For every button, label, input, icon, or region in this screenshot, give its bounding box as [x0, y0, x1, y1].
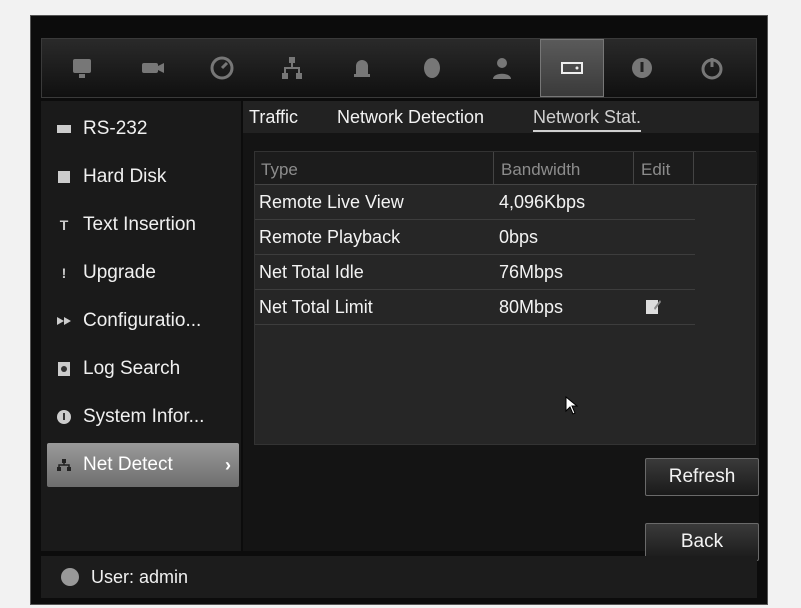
monitor-icon[interactable] — [50, 39, 114, 97]
sidebar-item-label: Log Search — [83, 358, 181, 379]
sidebar-item-label: Text Insertion — [83, 214, 196, 235]
info-icon[interactable] — [610, 39, 674, 97]
text-insertion-icon: T — [59, 217, 69, 233]
tab-network-stat[interactable]: Network Stat. — [533, 107, 642, 132]
configuration-icon — [55, 312, 73, 330]
dvr-window: RS-232 Hard Disk T Text Insertion ! Upgr… — [30, 15, 768, 605]
bandwidth-cell: 76Mbps — [499, 262, 564, 282]
chevron-right-icon: › — [225, 454, 231, 475]
type-cell: Net Total Idle — [259, 262, 364, 282]
network-icon[interactable] — [260, 39, 324, 97]
sidebar: RS-232 Hard Disk T Text Insertion ! Upgr… — [41, 101, 241, 551]
table-header: Type Bandwidth Edit — [255, 152, 757, 185]
power-icon[interactable] — [680, 39, 744, 97]
log-search-icon — [55, 360, 73, 378]
type-cell: Remote Live View — [259, 192, 404, 212]
system-info-icon — [55, 408, 73, 426]
sidebar-item-label: Hard Disk — [83, 166, 167, 187]
table-row[interactable]: Net Total Idle 76Mbps — [255, 255, 695, 290]
tab-traffic[interactable]: Traffic — [249, 107, 298, 128]
sidebar-item-label: System Infor... — [83, 406, 205, 427]
bandwidth-cell: 80Mbps — [499, 297, 564, 317]
column-header-bandwidth: Bandwidth — [501, 160, 581, 179]
alarm-bell-icon[interactable] — [330, 39, 394, 97]
gauge-icon[interactable] — [190, 39, 254, 97]
user-status-icon — [61, 568, 79, 586]
top-menu-bar — [41, 38, 757, 98]
user-icon[interactable] — [470, 39, 534, 97]
sidebar-item-configuration[interactable]: Configuratio... — [47, 299, 239, 343]
column-header-type: Type — [261, 160, 298, 179]
net-detect-icon — [55, 456, 73, 474]
upgrade-icon: ! — [61, 265, 67, 281]
sidebar-item-hard-disk[interactable]: Hard Disk — [47, 155, 239, 199]
camera-icon[interactable] — [120, 39, 184, 97]
bandwidth-cell: 4,096Kbps — [499, 192, 586, 212]
refresh-button[interactable]: Refresh — [645, 458, 759, 496]
network-stat-table: Type Bandwidth Edit Remote Live View 4,0… — [254, 151, 757, 445]
type-cell: Remote Playback — [259, 227, 401, 247]
sidebar-item-net-detect[interactable]: Net Detect › — [47, 443, 239, 487]
sidebar-item-log-search[interactable]: Log Search — [47, 347, 239, 391]
tab-network-detection[interactable]: Network Detection — [337, 107, 484, 128]
bandwidth-cell: 0bps — [499, 227, 539, 247]
sidebar-item-system-info[interactable]: System Infor... — [47, 395, 239, 439]
dome-camera-icon[interactable] — [400, 39, 464, 97]
device-management-icon[interactable] — [540, 39, 604, 97]
sidebar-item-upgrade[interactable]: ! Upgrade — [47, 251, 239, 295]
edit-icon[interactable] — [645, 298, 661, 321]
table-row[interactable]: Remote Live View 4,096Kbps — [255, 185, 695, 220]
column-divider — [493, 152, 494, 184]
column-divider — [633, 152, 634, 184]
column-header-edit: Edit — [641, 160, 671, 179]
sidebar-item-text-insertion[interactable]: T Text Insertion — [47, 203, 239, 247]
sidebar-item-rs232[interactable]: RS-232 — [47, 107, 239, 151]
sidebar-item-label: Upgrade — [83, 262, 156, 283]
hard-disk-icon — [55, 168, 73, 186]
column-divider — [693, 152, 694, 184]
current-user-label: User: admin — [91, 566, 189, 587]
type-cell: Net Total Limit — [259, 297, 373, 317]
sidebar-item-label: Net Detect — [83, 454, 173, 475]
sidebar-item-label: RS-232 — [83, 118, 148, 139]
serial-port-icon — [55, 120, 73, 138]
table-row[interactable]: Net Total Limit 80Mbps — [255, 290, 695, 325]
status-footer: User: admin — [41, 556, 757, 598]
mouse-pointer-icon — [565, 395, 579, 421]
table-row[interactable]: Remote Playback 0bps — [255, 220, 695, 255]
main-panel: Traffic Network Detection Network Stat. … — [243, 101, 759, 561]
sidebar-item-label: Configuratio... — [83, 310, 202, 331]
tab-bar: Traffic Network Detection Network Stat. — [243, 101, 759, 133]
